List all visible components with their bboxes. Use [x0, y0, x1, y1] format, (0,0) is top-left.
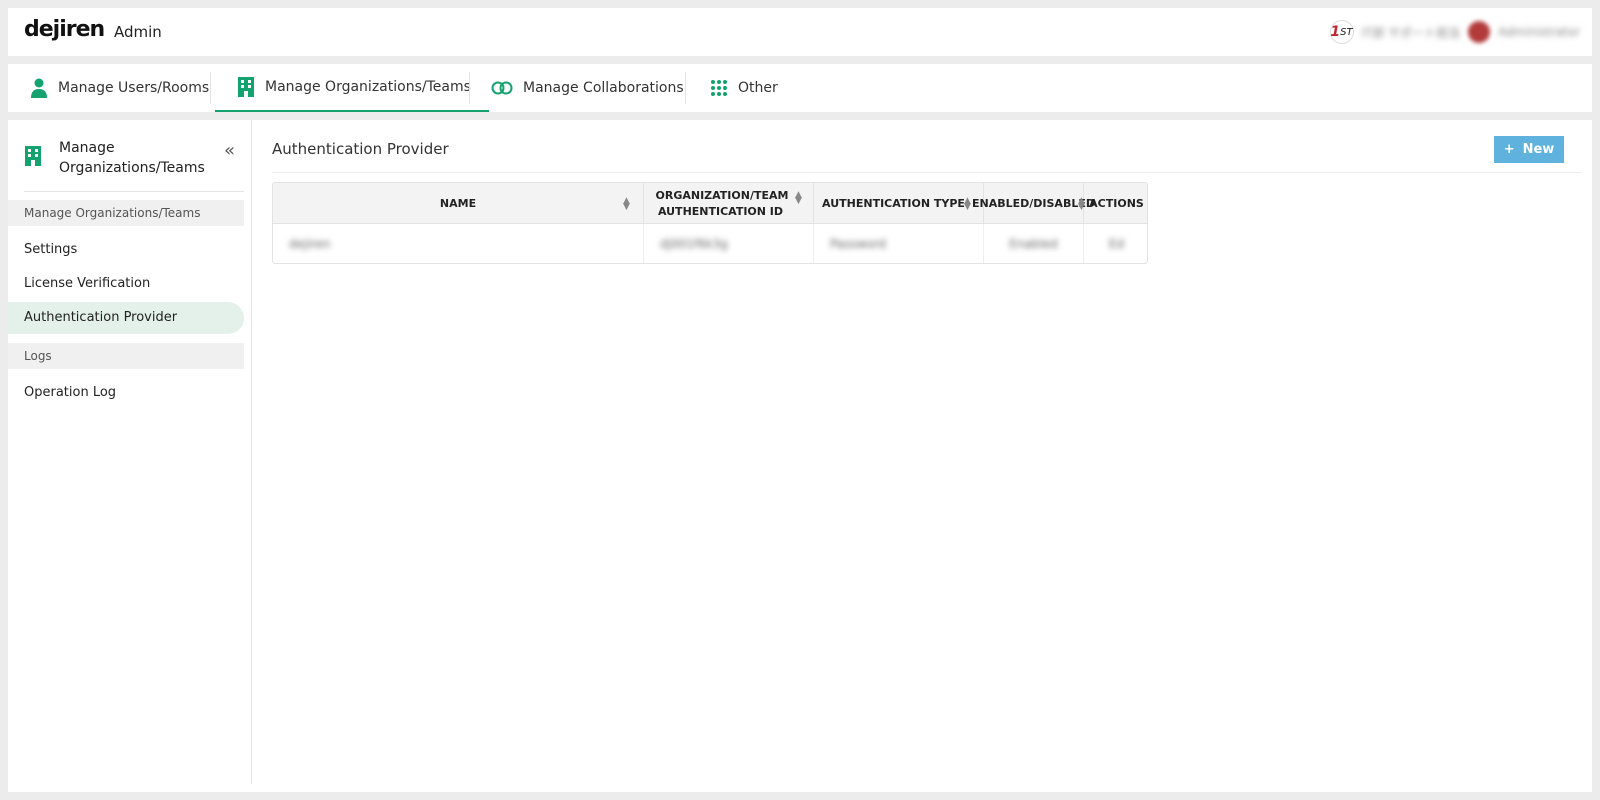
column-header-auth-id[interactable]: ORGANIZATION/TEAM AUTHENTICATION ID ▲ ▼: [644, 183, 814, 224]
collapse-icon[interactable]: «: [224, 140, 235, 161]
tab-manage-organizations-teams[interactable]: Manage Organizations/Teams: [215, 64, 489, 112]
tab-label: Manage Collaborations: [523, 80, 684, 96]
column-header-auth-type[interactable]: AUTHENTICATION TYPE ▲ ▼: [814, 183, 984, 224]
content-panel: Manage Organizations/Teams « Manage Orga…: [8, 120, 1592, 792]
new-button-label: New: [1522, 142, 1555, 157]
sidebar-item-license-verification[interactable]: License Verification: [8, 268, 244, 300]
tab-label: Other: [738, 80, 778, 96]
plus-icon: +: [1503, 142, 1515, 157]
column-header-name[interactable]: NAME ▲ ▼: [273, 183, 644, 224]
building-icon: [238, 77, 254, 97]
main-nav: Manage Users/Rooms Manage Organizations/…: [8, 64, 1592, 112]
sidebar-item-operation-log[interactable]: Operation Log: [8, 377, 244, 409]
building-icon: [25, 146, 41, 166]
sort-icon[interactable]: ▲ ▼: [795, 191, 802, 206]
user-info: IT部 サポート担当: [1361, 25, 1461, 40]
table-header: NAME ▲ ▼ ORGANIZATION/TEAM AUTHENTICATION…: [273, 183, 1147, 224]
user-area[interactable]: 1 ST IT部 サポート担当 Administrator: [1329, 19, 1580, 45]
auth-provider-table: NAME ▲ ▼ ORGANIZATION/TEAM AUTHENTICATION…: [272, 182, 1148, 264]
tab-label: Manage Users/Rooms: [58, 80, 210, 96]
app-header: dejiren Admin 1 ST IT部 サポート担当 Administrat…: [8, 8, 1592, 56]
sidebar-section-manage: Manage Organizations/Teams: [8, 200, 244, 226]
tab-divider: [469, 72, 470, 104]
tab-divider: [210, 72, 211, 104]
cell-name: dejiren: [273, 224, 644, 263]
tab-other[interactable]: Other: [710, 64, 778, 112]
sidebar-item-authentication-provider[interactable]: Authentication Provider: [8, 302, 244, 334]
new-button[interactable]: + New: [1494, 136, 1564, 163]
link-icon: [491, 81, 513, 95]
tab-label: Manage Organizations/Teams: [265, 79, 471, 95]
sidebar-item-settings[interactable]: Settings: [8, 234, 244, 266]
sort-icon[interactable]: ▲ ▼: [964, 197, 971, 212]
sidebar-header: Manage Organizations/Teams «: [24, 138, 244, 192]
cell-auth-id: dj001f6k3g: [644, 224, 814, 263]
avatar[interactable]: [1468, 21, 1491, 43]
admin-label: Admin: [114, 23, 162, 41]
badge-icon[interactable]: 1 ST: [1329, 20, 1354, 44]
app-logo[interactable]: dejiren: [24, 17, 105, 42]
cell-auth-type: Password: [814, 224, 984, 263]
sidebar: Manage Organizations/Teams « Manage Orga…: [8, 120, 252, 784]
tab-manage-users-rooms[interactable]: Manage Users/Rooms: [30, 64, 209, 112]
page-title: Authentication Provider: [272, 140, 449, 158]
column-header-actions: ACTIONS: [1089, 196, 1144, 210]
title-divider: [272, 172, 1582, 173]
grid-icon: [711, 80, 727, 96]
sidebar-section-logs: Logs: [8, 343, 244, 369]
cell-status: Enabled: [984, 224, 1084, 263]
user-name[interactable]: Administrator: [1498, 25, 1580, 39]
tab-manage-collaborations[interactable]: Manage Collaborations: [491, 64, 684, 112]
cell-actions[interactable]: Ed: [1084, 224, 1147, 263]
sort-icon[interactable]: ▲ ▼: [623, 197, 630, 212]
user-icon: [31, 78, 47, 98]
column-header-enabled[interactable]: ENABLED/DISABLED ▲ ▼: [972, 183, 1095, 224]
table-row[interactable]: dejiren dj001f6k3g Password Enabled Ed: [273, 224, 1147, 263]
sidebar-title: Manage Organizations/Teams: [59, 140, 205, 176]
tab-divider: [685, 72, 686, 104]
